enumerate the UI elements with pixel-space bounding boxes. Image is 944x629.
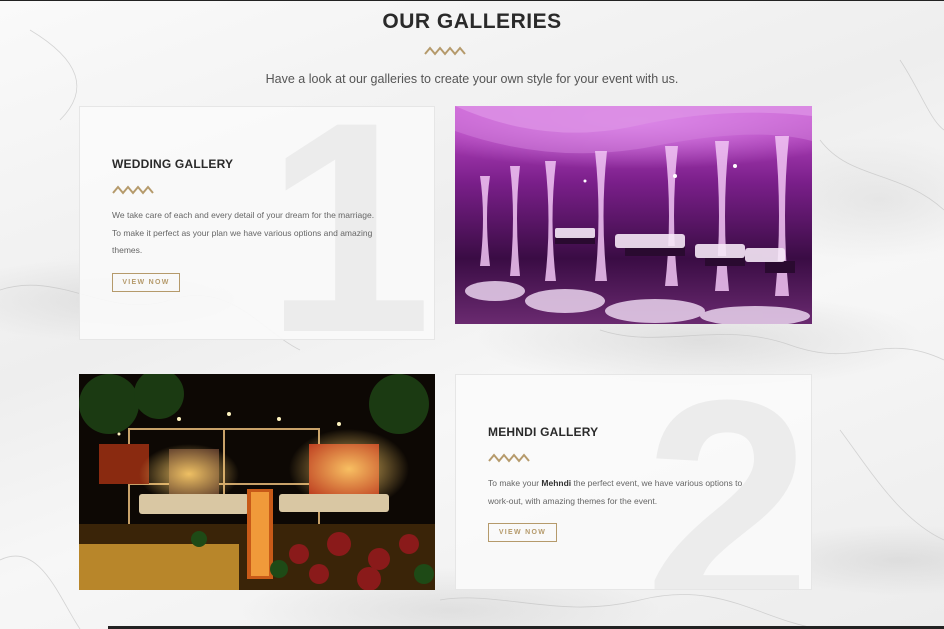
mehndi-gallery-image[interactable] [79, 374, 435, 590]
wedding-gallery-card: 1 WEDDING GALLERY We take care of each a… [79, 106, 435, 340]
wedding-gallery-description: We take care of each and every detail of… [112, 210, 375, 255]
mehndi-view-now-button[interactable]: VIEW NOW [488, 523, 557, 542]
mehndi-gallery-card: 2 MEHNDI GALLERY To make your Mehndi the… [455, 374, 812, 590]
zigzag-divider-icon [112, 185, 154, 195]
zigzag-divider-icon [424, 46, 466, 56]
mehndi-gallery-description: To make your Mehndi the perfect event, w… [488, 478, 743, 506]
section-title: OUR GALLERIES [382, 10, 562, 33]
top-border [0, 0, 944, 1]
mehndi-gallery-title: MEHNDI GALLERY [488, 425, 599, 439]
mehndi-bold-text: Mehndi [541, 478, 572, 488]
wedding-gallery-image[interactable] [455, 106, 812, 324]
zigzag-divider-icon [488, 453, 530, 463]
section-subtitle: Have a look at our galleries to create y… [265, 72, 679, 86]
wedding-gallery-title: WEDDING GALLERY [112, 157, 234, 171]
wedding-view-now-button[interactable]: VIEW NOW [112, 273, 180, 292]
